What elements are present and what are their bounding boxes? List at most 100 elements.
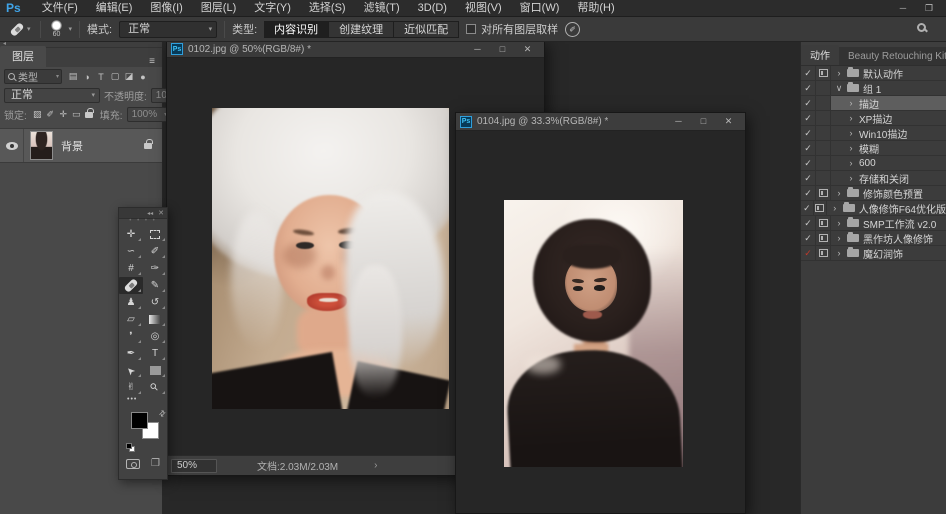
expand-arrow-icon[interactable]: › bbox=[835, 68, 843, 78]
document-titlebar[interactable]: Ps 0104.jpg @ 33.3%(RGB/8#) * ─ □ ✕ bbox=[456, 113, 745, 131]
menu-item[interactable]: 滤镜(T) bbox=[355, 2, 409, 14]
fill-value-dropdown[interactable]: 100% bbox=[127, 107, 171, 122]
document-titlebar[interactable]: Ps 0102.jpg @ 50%(RGB/8#) * ─ □ ✕ bbox=[167, 41, 544, 58]
screen-mode-button[interactable]: ❐ bbox=[151, 458, 160, 469]
rectangle-tool[interactable] bbox=[143, 362, 167, 379]
heal-type-button[interactable]: 创建纹理 bbox=[329, 21, 394, 38]
move-tool[interactable]: ✛ bbox=[119, 226, 143, 243]
expand-arrow-icon[interactable]: › bbox=[835, 188, 843, 198]
lock-all-icon[interactable] bbox=[83, 109, 96, 120]
expand-arrow-icon[interactable]: › bbox=[847, 113, 855, 123]
action-include-toggle[interactable]: ✓ bbox=[801, 171, 816, 185]
menu-item[interactable]: 图层(L) bbox=[192, 2, 245, 14]
layer-blend-mode-dropdown[interactable]: 正常 bbox=[4, 88, 100, 103]
foreground-color-swatch[interactable] bbox=[131, 412, 148, 429]
action-row[interactable]: ✓ › 600 bbox=[801, 156, 946, 171]
canvas-image-0102[interactable] bbox=[212, 108, 449, 409]
expand-arrow-icon[interactable]: ∨ bbox=[835, 83, 843, 94]
menu-item[interactable]: 窗口(W) bbox=[511, 2, 569, 14]
swap-colors-icon[interactable]: ⇄ bbox=[157, 408, 168, 419]
menu-item[interactable]: 选择(S) bbox=[300, 2, 355, 14]
layer-row-background[interactable]: 背景 bbox=[0, 128, 162, 163]
gradient-tool[interactable] bbox=[143, 311, 167, 328]
action-dialog-toggle[interactable] bbox=[816, 231, 831, 245]
eraser-tool[interactable]: ▱ bbox=[119, 311, 143, 328]
brush-tool[interactable]: ✎ bbox=[143, 277, 167, 294]
action-row[interactable]: ✓ › Win10描边 bbox=[801, 126, 946, 141]
hand-tool[interactable]: ✌ bbox=[119, 379, 143, 396]
crop-tool[interactable]: # bbox=[119, 260, 143, 277]
panel-menu-icon[interactable]: ≡ bbox=[142, 56, 162, 67]
zoom-tool[interactable]: ⚲ bbox=[143, 379, 167, 396]
lasso-tool[interactable]: ∽ bbox=[119, 243, 143, 260]
history-brush-tool[interactable]: ↺ bbox=[143, 294, 167, 311]
shape-layer-filter-icon[interactable]: ▢ bbox=[108, 70, 122, 84]
action-dialog-toggle[interactable] bbox=[816, 171, 831, 185]
zoom-level-field[interactable]: 50% bbox=[171, 459, 217, 473]
expand-arrow-icon[interactable]: › bbox=[847, 158, 855, 168]
action-include-toggle[interactable]: ✓ bbox=[801, 231, 816, 245]
sample-all-layers-option[interactable]: 对所有图层取样 bbox=[466, 21, 558, 37]
panel-drag-handle[interactable]: • • • • bbox=[119, 219, 167, 226]
action-dialog-toggle[interactable] bbox=[816, 141, 831, 155]
action-dialog-toggle[interactable] bbox=[814, 201, 827, 215]
type-tool[interactable]: T bbox=[143, 345, 167, 362]
lock-pixels-icon[interactable]: ✐ bbox=[44, 109, 57, 120]
pen-tool[interactable]: ✒ bbox=[119, 345, 143, 362]
rectangular-marquee-tool[interactable] bbox=[143, 226, 167, 243]
action-include-toggle[interactable]: ✓ bbox=[801, 246, 816, 260]
default-colors-icon[interactable] bbox=[126, 443, 135, 452]
smart-object-filter-icon[interactable]: ◪ bbox=[122, 70, 136, 84]
lock-transparency-icon[interactable]: ▨ bbox=[31, 109, 44, 120]
menu-item[interactable]: 编辑(E) bbox=[87, 2, 142, 14]
action-include-toggle[interactable]: ✓ bbox=[801, 156, 816, 170]
panel-tab[interactable]: Beauty Retouching Kit bbox=[839, 49, 946, 65]
brush-preset-picker[interactable]: 60 ▾ bbox=[48, 20, 73, 38]
maximize-button[interactable]: □ bbox=[490, 42, 515, 57]
app-restore-button[interactable]: ❐ bbox=[918, 0, 940, 16]
dodge-tool[interactable]: ◎ bbox=[143, 328, 167, 345]
action-include-toggle[interactable]: ✓ bbox=[801, 126, 816, 140]
heal-type-button[interactable]: 近似匹配 bbox=[394, 21, 459, 38]
action-row[interactable]: ✓ › 修饰颜色预置 bbox=[801, 186, 946, 201]
action-row[interactable]: ✓ › 人像修饰F64优化版 bbox=[801, 201, 946, 216]
panel-tab[interactable]: 动作 bbox=[801, 45, 839, 65]
eyedropper-tool[interactable]: ✑ bbox=[143, 260, 167, 277]
spot-healing-brush-tool[interactable] bbox=[119, 277, 143, 294]
action-row[interactable]: ✓ › SMP工作流 v2.0 bbox=[801, 216, 946, 231]
app-minimize-button[interactable]: ─ bbox=[892, 0, 914, 16]
action-row[interactable]: ✓ › 存储和关闭 bbox=[801, 171, 946, 186]
active-tool-preset[interactable]: ▾ bbox=[8, 25, 33, 33]
minimize-button[interactable]: ─ bbox=[465, 42, 490, 57]
expand-arrow-icon[interactable]: › bbox=[831, 203, 839, 213]
action-row[interactable]: ✓ › 默认动作 bbox=[801, 66, 946, 81]
close-panel-icon[interactable]: ✕ bbox=[158, 209, 164, 217]
menu-item[interactable]: 文字(Y) bbox=[245, 2, 300, 14]
collapse-panel-icon[interactable]: ◂◂ bbox=[147, 210, 153, 217]
minimize-button[interactable]: ─ bbox=[666, 114, 691, 129]
tab-layers[interactable]: 图层 bbox=[0, 46, 46, 67]
action-dialog-toggle[interactable] bbox=[816, 111, 831, 125]
adjustment-layer-filter-icon[interactable]: ◑ bbox=[80, 70, 94, 84]
menu-item[interactable]: 帮助(H) bbox=[568, 2, 623, 14]
expand-arrow-icon[interactable]: › bbox=[835, 233, 843, 243]
checkbox-icon[interactable] bbox=[466, 24, 476, 34]
maximize-button[interactable]: □ bbox=[691, 114, 716, 129]
lock-artboard-icon[interactable]: ▭ bbox=[70, 109, 83, 120]
action-row[interactable]: ✓ › XP描边 bbox=[801, 111, 946, 126]
action-dialog-toggle[interactable] bbox=[816, 246, 831, 260]
layer-filter-kind-dropdown[interactable]: 类型 bbox=[4, 69, 62, 84]
expand-arrow-icon[interactable]: › bbox=[847, 98, 855, 108]
menu-item[interactable]: 视图(V) bbox=[456, 2, 511, 14]
heal-type-button[interactable]: 内容识别 bbox=[264, 21, 329, 38]
action-row[interactable]: ✓ › 魔幻润饰 bbox=[801, 246, 946, 261]
action-row[interactable]: ✓ › 描边 bbox=[801, 96, 946, 111]
layer-visibility-toggle[interactable] bbox=[0, 129, 24, 162]
action-include-toggle[interactable]: ✓ bbox=[801, 81, 816, 95]
layer-thumbnail[interactable] bbox=[30, 131, 53, 160]
pixel-layer-filter-icon[interactable]: ▤ bbox=[66, 70, 80, 84]
blend-mode-dropdown[interactable]: 正常 bbox=[119, 21, 217, 38]
action-dialog-toggle[interactable] bbox=[816, 81, 831, 95]
edit-toolbar-button[interactable]: ••• bbox=[119, 396, 167, 408]
menu-item[interactable]: 图像(I) bbox=[141, 2, 191, 14]
